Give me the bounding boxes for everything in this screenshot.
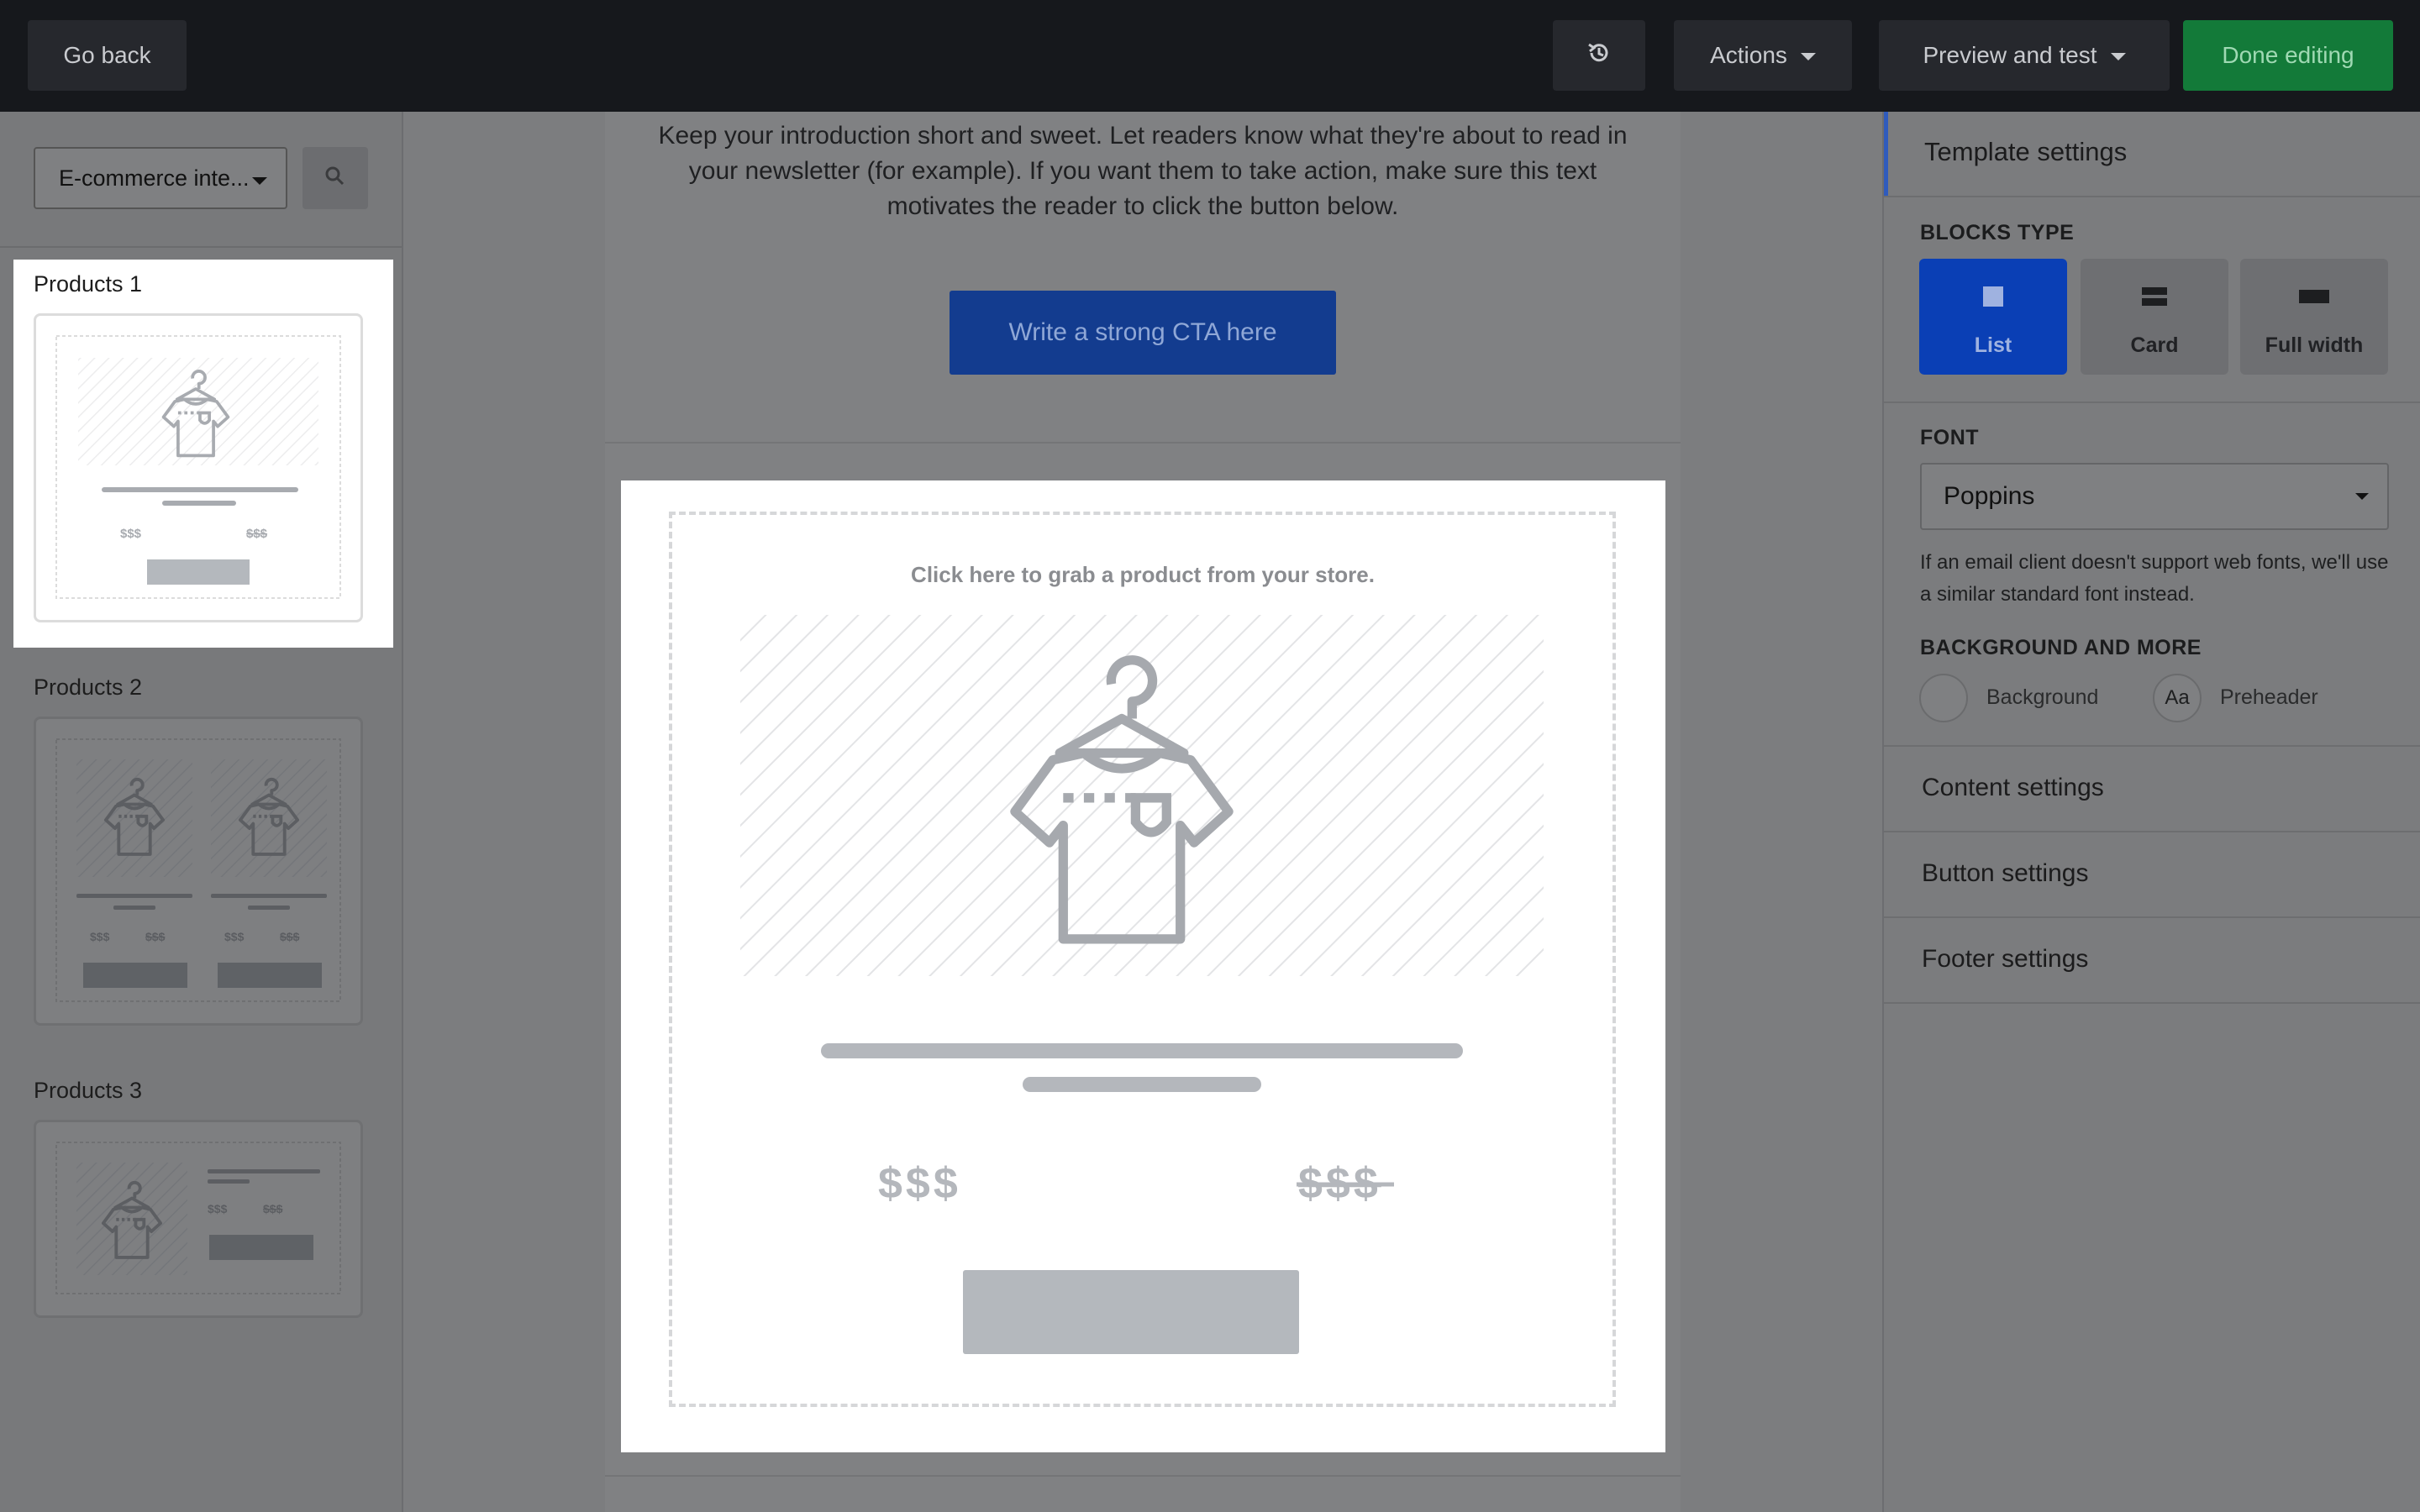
divider (605, 442, 1681, 444)
divider (0, 246, 402, 248)
full-width-icon (2299, 286, 2329, 313)
go-back-label: Go back (63, 42, 151, 68)
actions-dropdown[interactable]: Actions (1674, 20, 1852, 91)
intro-text[interactable]: Keep your introduction short and sweet. … (655, 118, 1630, 224)
divider (605, 1475, 1681, 1477)
preview-label: Preview and test (1923, 42, 2097, 68)
block-type-list[interactable]: List (1919, 259, 2067, 375)
block-preview[interactable]: $$$ $$$ $$$ $$$ (34, 717, 363, 1026)
block-type-card[interactable]: Card (2081, 259, 2228, 375)
chevron-down-icon (252, 177, 267, 185)
old-price-label: $$$ (263, 1202, 283, 1215)
search-button[interactable] (302, 147, 368, 209)
product-block[interactable]: Click here to grab a product from your s… (621, 480, 1665, 1452)
block-title: Products 2 (34, 675, 143, 700)
products-2-thumbnail: $$$ $$$ $$$ $$$ (55, 738, 341, 1002)
chevron-down-icon (2110, 52, 2126, 60)
top-toolbar: Go back Actions Preview and test Done ed… (0, 0, 2420, 112)
square-icon (1982, 286, 2004, 313)
settings-panel: Template settings BLOCKS TYPE List Card … (1882, 112, 2420, 1512)
button-settings-section[interactable]: Button settings (1884, 832, 2420, 918)
preheader-label: Preheader (2220, 685, 2318, 709)
product-placeholder-art: $$$ $$$ (740, 615, 1544, 1354)
font-value: Poppins (1944, 482, 2035, 510)
blocks-sidebar: E-commerce inte... Products 1 $$$ $$$ Pr… (0, 112, 403, 1512)
block-preview[interactable]: $$$ $$$ (34, 1120, 363, 1318)
chevron-down-icon (2355, 493, 2369, 500)
search-icon (324, 165, 346, 192)
block-type-label: Card (2130, 333, 2179, 357)
block-type-label: Full width (2265, 333, 2364, 357)
price-label: $$$ (120, 527, 142, 541)
price-label: $$$ (90, 930, 110, 943)
blocks-type-label: BLOCKS TYPE (1920, 221, 2075, 244)
content-settings-label: Content settings (1922, 774, 2104, 801)
font-select[interactable]: Poppins (1920, 463, 2389, 530)
card-icon (2142, 286, 2167, 313)
products-3-thumbnail: $$$ $$$ (55, 1142, 341, 1294)
font-help-text: If an email client doesn't support web f… (1920, 551, 2389, 606)
block-preview[interactable]: $$$ $$$ (34, 313, 363, 622)
template-settings-label: Template settings (1924, 137, 2128, 166)
old-price-label: $$$ (246, 527, 268, 541)
cta-label: Write a strong CTA here (1008, 318, 1277, 346)
price-label: $$$ (208, 1202, 228, 1215)
go-back-button[interactable]: Go back (28, 20, 187, 91)
template-settings-header[interactable]: Template settings (1884, 112, 2420, 197)
preview-and-test-dropdown[interactable]: Preview and test (1879, 20, 2170, 91)
button-settings-label: Button settings (1922, 859, 2089, 887)
block-products-1[interactable]: Products 1 $$$ $$$ (13, 260, 393, 648)
footer-settings-label: Footer settings (1922, 945, 2089, 973)
history-icon (1586, 40, 1612, 71)
background-color-swatch[interactable] (1919, 674, 1968, 722)
preheader-button[interactable]: Aa (2153, 674, 2202, 722)
done-editing-label: Done editing (2222, 42, 2354, 68)
products-1-thumbnail: $$$ $$$ (55, 335, 341, 599)
old-price-label: $$$ (145, 930, 166, 943)
block-type-full-width[interactable]: Full width (2240, 259, 2388, 375)
old-price-label: $$$ (280, 930, 300, 943)
footer-settings-section[interactable]: Footer settings (1884, 918, 2420, 1004)
block-title: Products 3 (34, 1078, 143, 1103)
background-label: Background (1986, 685, 2099, 709)
block-type-label: List (1974, 333, 2012, 357)
chevron-down-icon (1800, 52, 1816, 60)
price-label: $$$ (878, 1159, 961, 1208)
cta-button[interactable]: Write a strong CTA here (950, 291, 1336, 375)
price-label: $$$ (224, 930, 245, 943)
done-editing-button[interactable]: Done editing (2183, 20, 2393, 91)
block-title: Products 1 (34, 271, 143, 297)
font-label: FONT (1920, 426, 1980, 449)
block-products-2[interactable]: Products 2 $$$ $$$ $$$ $$$ (13, 663, 393, 1051)
block-category-value: E-commerce inte... (59, 165, 250, 191)
content-settings-section[interactable]: Content settings (1884, 747, 2420, 832)
block-products-3[interactable]: Products 3 $$$ $$$ (13, 1066, 393, 1343)
history-button[interactable] (1553, 20, 1645, 91)
block-category-select[interactable]: E-commerce inte... (34, 147, 287, 209)
divider (1884, 402, 2420, 403)
product-button-placeholder (963, 1270, 1299, 1354)
active-indicator (1884, 112, 1888, 196)
text-icon: Aa (2165, 686, 2190, 709)
background-and-more-label: BACKGROUND AND MORE (1920, 636, 2202, 659)
actions-label: Actions (1710, 42, 1787, 68)
